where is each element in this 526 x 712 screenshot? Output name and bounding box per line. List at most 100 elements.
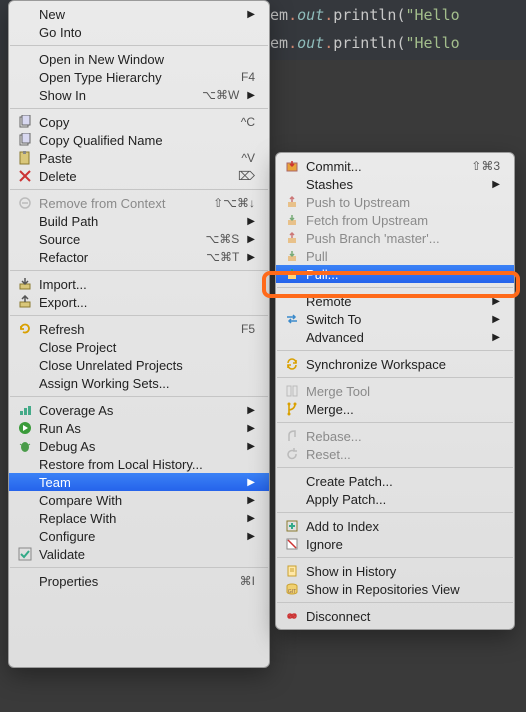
menu-show-history[interactable]: Show in History	[276, 562, 514, 580]
validate-icon	[17, 546, 33, 562]
menu-disconnect[interactable]: Disconnect	[276, 607, 514, 625]
menu-build-path[interactable]: Build Path ▶	[9, 212, 269, 230]
menu-reset: Reset...	[276, 445, 514, 463]
menu-label: Validate	[39, 547, 255, 562]
spacer-icon	[284, 491, 300, 507]
menu-refresh[interactable]: Refresh F5	[9, 320, 269, 338]
menu-ignore[interactable]: Ignore	[276, 535, 514, 553]
menu-new[interactable]: New ▶	[9, 5, 269, 23]
menu-open-new-window[interactable]: Open in New Window	[9, 50, 269, 68]
push-branch-icon	[284, 230, 300, 246]
menu-label: Refactor	[39, 250, 198, 265]
ignore-icon	[284, 536, 300, 552]
remove-context-icon	[17, 195, 33, 211]
menu-validate[interactable]: Validate	[9, 545, 269, 563]
menu-stashes[interactable]: Stashes ▶	[276, 175, 514, 193]
submenu-arrow-icon: ▶	[247, 477, 255, 488]
menu-commit[interactable]: Commit... ⇧⌘3	[276, 157, 514, 175]
accelerator: F5	[241, 322, 255, 336]
spacer-icon	[17, 24, 33, 40]
menu-refactor[interactable]: Refactor ⌥⌘T ▶	[9, 248, 269, 266]
menu-properties[interactable]: Properties ⌘I	[9, 572, 269, 590]
menu-restore-history[interactable]: Restore from Local History...	[9, 455, 269, 473]
menu-label: Coverage As	[39, 403, 239, 418]
export-icon	[17, 294, 33, 310]
menu-apply-patch[interactable]: Apply Patch...	[276, 490, 514, 508]
spacer-icon	[17, 357, 33, 373]
menu-source[interactable]: Source ⌥⌘S ▶	[9, 230, 269, 248]
menu-merge[interactable]: Merge...	[276, 400, 514, 418]
menu-create-patch[interactable]: Create Patch...	[276, 472, 514, 490]
separator	[277, 287, 513, 288]
menu-add-to-index[interactable]: Add to Index	[276, 517, 514, 535]
spacer-icon	[17, 213, 33, 229]
menu-export[interactable]: Export...	[9, 293, 269, 311]
menu-synchronize-workspace[interactable]: Synchronize Workspace	[276, 355, 514, 373]
fetch-icon	[284, 212, 300, 228]
menu-assign-working-sets[interactable]: Assign Working Sets...	[9, 374, 269, 392]
menu-push-upstream: Push to Upstream	[276, 193, 514, 211]
menu-label: Merge Tool	[306, 384, 500, 399]
menu-run-as[interactable]: Run As ▶	[9, 419, 269, 437]
menu-copy[interactable]: Copy ^C	[9, 113, 269, 131]
accelerator: ^V	[241, 151, 255, 165]
menu-close-unrelated[interactable]: Close Unrelated Projects	[9, 356, 269, 374]
menu-label: Create Patch...	[306, 474, 500, 489]
submenu-arrow-icon: ▶	[492, 314, 500, 325]
accelerator: F4	[241, 70, 255, 84]
menu-label: Copy Qualified Name	[39, 133, 255, 148]
accelerator: ⌘I	[240, 574, 255, 588]
spacer-icon	[17, 339, 33, 355]
submenu-arrow-icon: ▶	[492, 296, 500, 307]
spacer-icon	[284, 293, 300, 309]
menu-label: Refresh	[39, 322, 233, 337]
history-icon	[284, 563, 300, 579]
menu-team[interactable]: Team ▶	[9, 473, 269, 491]
menu-copy-qualified[interactable]: Copy Qualified Name	[9, 131, 269, 149]
menu-delete[interactable]: Delete ⌦	[9, 167, 269, 185]
accelerator: ^C	[241, 115, 255, 129]
spacer-icon	[17, 87, 33, 103]
menu-coverage-as[interactable]: Coverage As ▶	[9, 401, 269, 419]
menu-paste[interactable]: Paste ^V	[9, 149, 269, 167]
menu-label: Source	[39, 232, 197, 247]
menu-switch-to[interactable]: Switch To ▶	[276, 310, 514, 328]
menu-label: Assign Working Sets...	[39, 376, 255, 391]
menu-label: Remove from Context	[39, 196, 205, 211]
menu-label: Switch To	[306, 312, 484, 327]
sync-icon	[284, 356, 300, 372]
menu-open-type-hierarchy[interactable]: Open Type Hierarchy F4	[9, 68, 269, 86]
menu-label: Stashes	[306, 177, 484, 192]
submenu-arrow-icon: ▶	[247, 234, 255, 245]
menu-show-repositories[interactable]: GIT Show in Repositories View	[276, 580, 514, 598]
menu-label: Open in New Window	[39, 52, 255, 67]
menu-close-project[interactable]: Close Project	[9, 338, 269, 356]
menu-pull-dialog[interactable]: Pull...	[276, 265, 514, 283]
menu-remote[interactable]: Remote ▶	[276, 292, 514, 310]
separator	[277, 377, 513, 378]
menu-show-in[interactable]: Show In ⌥⌘W ▶	[9, 86, 269, 104]
refresh-icon	[17, 321, 33, 337]
separator	[277, 512, 513, 513]
menu-compare-with[interactable]: Compare With ▶	[9, 491, 269, 509]
menu-label: Rebase...	[306, 429, 500, 444]
menu-advanced[interactable]: Advanced ▶	[276, 328, 514, 346]
menu-import[interactable]: Import...	[9, 275, 269, 293]
menu-replace-with[interactable]: Replace With ▶	[9, 509, 269, 527]
spacer-icon	[17, 6, 33, 22]
submenu-arrow-icon: ▶	[492, 179, 500, 190]
svg-text:GIT: GIT	[288, 589, 296, 595]
separator	[277, 602, 513, 603]
menu-label: Paste	[39, 151, 233, 166]
spacer-icon	[17, 474, 33, 490]
menu-go-into[interactable]: Go Into	[9, 23, 269, 41]
menu-label: Replace With	[39, 511, 239, 526]
menu-configure[interactable]: Configure ▶	[9, 527, 269, 545]
rebase-icon	[284, 428, 300, 444]
menu-label: Synchronize Workspace	[306, 357, 500, 372]
commit-icon	[284, 158, 300, 174]
menu-label: Advanced	[306, 330, 484, 345]
menu-fetch-upstream: Fetch from Upstream	[276, 211, 514, 229]
menu-debug-as[interactable]: Debug As ▶	[9, 437, 269, 455]
menu-label: Run As	[39, 421, 239, 436]
